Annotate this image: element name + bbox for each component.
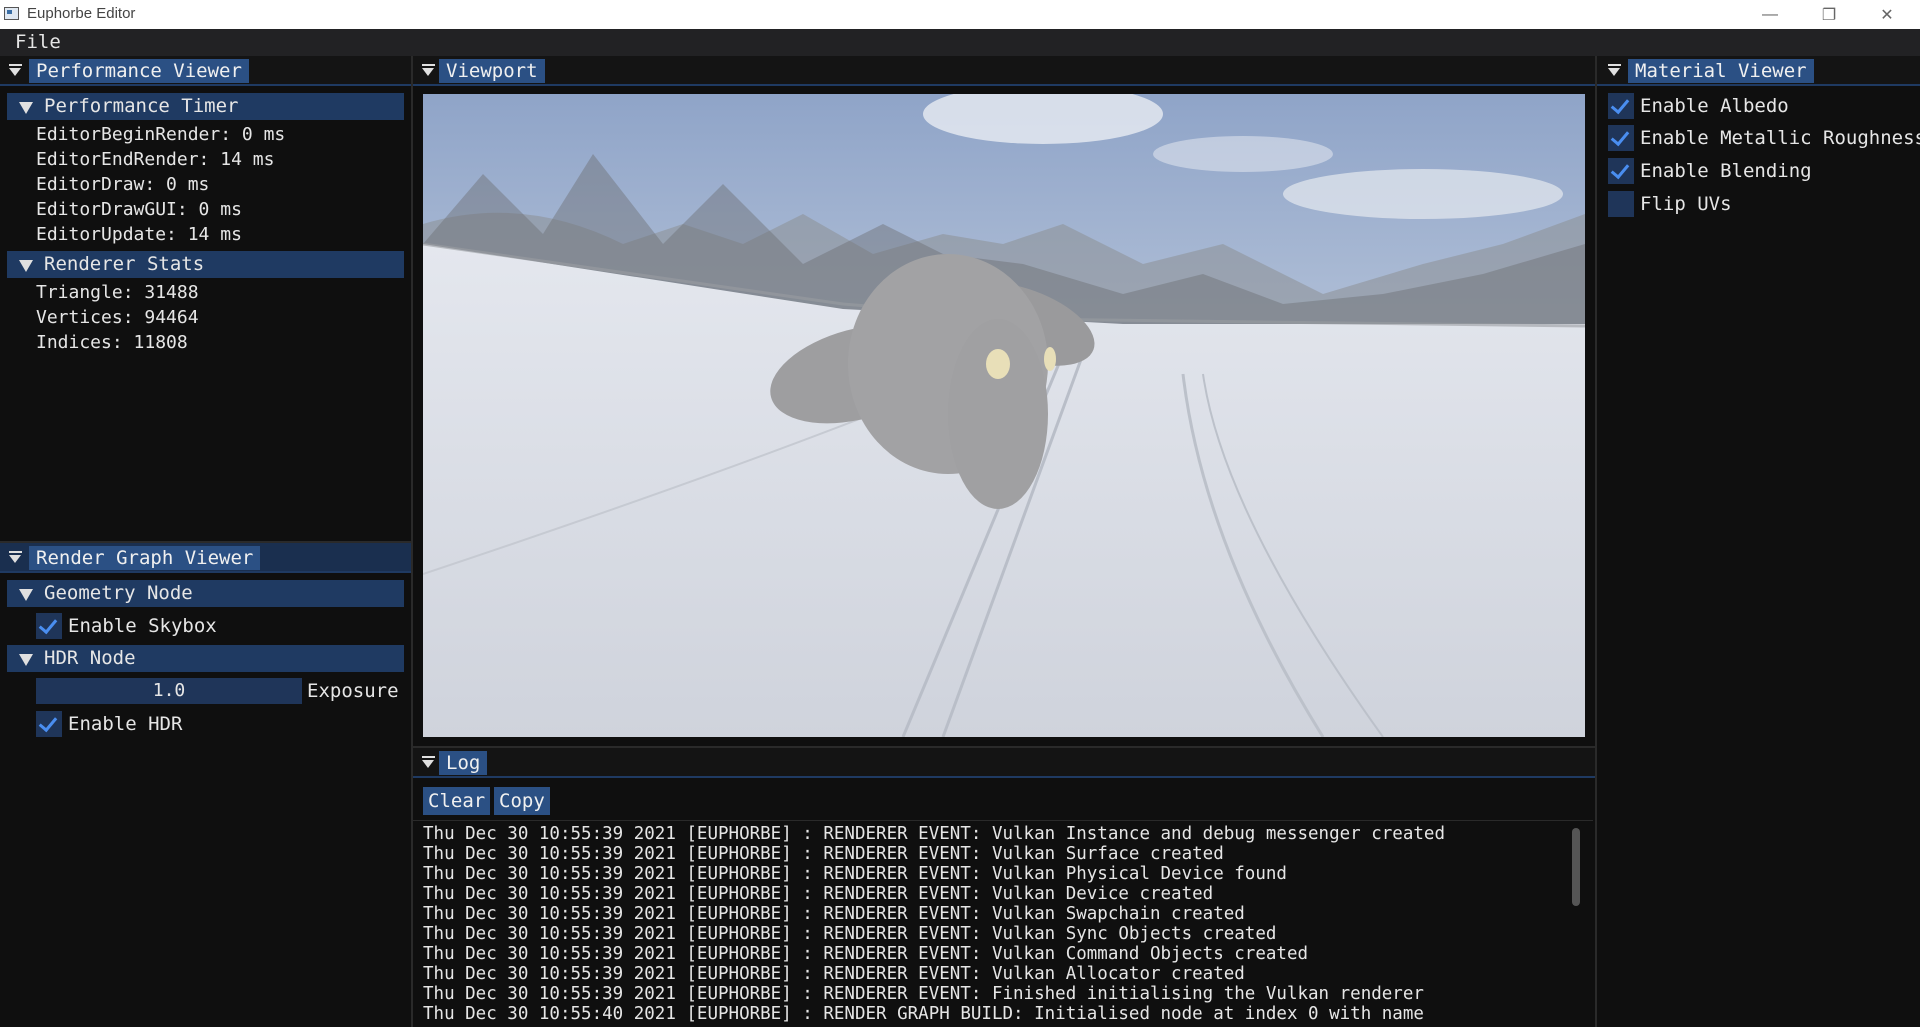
collapse-icon[interactable]	[422, 64, 436, 78]
exposure-label: Exposure	[307, 680, 399, 702]
panel-divider[interactable]	[0, 541, 411, 543]
panel-divider[interactable]	[413, 746, 1595, 748]
section-renderer-stats[interactable]: Renderer Stats	[7, 251, 404, 278]
stat-triangles: Triangle: 31488	[36, 282, 199, 303]
check-icon	[38, 712, 58, 733]
checkbox-label: Enable Albedo	[1640, 95, 1789, 117]
scrollbar-thumb[interactable]	[1572, 828, 1580, 906]
tab-material-viewer[interactable]: Material Viewer	[1628, 59, 1814, 83]
tab-render-graph-viewer[interactable]: Render Graph Viewer	[29, 546, 261, 570]
checkbox-label: Flip UVs	[1640, 193, 1732, 215]
material-viewer-header: Material Viewer	[1597, 56, 1920, 86]
check-icon	[1610, 159, 1630, 180]
checkbox[interactable]	[36, 711, 62, 737]
viewport-render[interactable]	[423, 94, 1585, 737]
restore-icon[interactable]: ❐	[1806, 0, 1852, 29]
window-title: Euphorbe Editor	[27, 5, 136, 22]
checkbox-label: Enable HDR	[68, 713, 183, 735]
expand-arrow-icon	[19, 589, 33, 601]
log-line: Thu Dec 30 10:55:40 2021 [EUPHORBE] : RE…	[423, 1004, 1424, 1024]
timer-editor-end-render: EditorEndRender: 14 ms	[36, 149, 275, 170]
log-line: Thu Dec 30 10:55:39 2021 [EUPHORBE] : RE…	[423, 984, 1424, 1004]
log-line: Thu Dec 30 10:55:39 2021 [EUPHORBE] : RE…	[423, 844, 1224, 864]
log-separator	[413, 820, 1593, 821]
collapse-icon[interactable]	[9, 64, 23, 78]
log-line: Thu Dec 30 10:55:39 2021 [EUPHORBE] : RE…	[423, 964, 1245, 984]
timer-editor-begin-render: EditorBeginRender: 0 ms	[36, 124, 286, 145]
copy-button[interactable]: Copy	[494, 787, 550, 815]
timer-editor-draw: EditorDraw: 0 ms	[36, 174, 210, 195]
menu-bar: File	[0, 29, 1920, 56]
check-icon	[38, 614, 58, 635]
viewport-header: Viewport	[413, 56, 1595, 86]
log-line: Thu Dec 30 10:55:39 2021 [EUPHORBE] : RE…	[423, 884, 1214, 904]
tab-viewport[interactable]: Viewport	[439, 59, 545, 83]
log-line: Thu Dec 30 10:55:39 2021 [EUPHORBE] : RE…	[423, 904, 1245, 924]
log-line: Thu Dec 30 10:55:39 2021 [EUPHORBE] : RE…	[423, 924, 1277, 944]
tab-performance-viewer[interactable]: Performance Viewer	[29, 59, 249, 83]
checkbox[interactable]	[36, 613, 62, 639]
checkbox[interactable]	[1608, 158, 1634, 184]
timer-editor-update: EditorUpdate: 14 ms	[36, 224, 242, 245]
log-scrollbar[interactable]	[1570, 828, 1582, 1027]
checkbox-label: Enable Metallic Roughness	[1640, 127, 1920, 149]
menu-file[interactable]: File	[15, 31, 61, 53]
clear-button[interactable]: Clear	[423, 787, 491, 815]
title-bar: Euphorbe Editor — ❐ ✕	[0, 0, 1920, 29]
expand-arrow-icon	[19, 102, 33, 114]
check-icon	[1610, 126, 1630, 147]
collapse-icon[interactable]	[1608, 64, 1622, 78]
section-performance-timer[interactable]: Performance Timer	[7, 93, 404, 120]
check-icon	[1610, 94, 1630, 115]
stat-vertices: Vertices: 94464	[36, 307, 199, 328]
expand-arrow-icon	[19, 654, 33, 666]
tab-log[interactable]: Log	[439, 751, 488, 775]
timer-editor-draw-gui: EditorDrawGUI: 0 ms	[36, 199, 242, 220]
log-output[interactable]: Thu Dec 30 10:55:39 2021 [EUPHORBE] : RE…	[423, 824, 1575, 1027]
app-icon	[4, 7, 19, 20]
section-hdr-node[interactable]: HDR Node	[7, 645, 404, 672]
log-line: Thu Dec 30 10:55:39 2021 [EUPHORBE] : RE…	[423, 864, 1287, 884]
checkbox[interactable]	[1608, 93, 1634, 119]
section-geometry-node[interactable]: Geometry Node	[7, 580, 404, 607]
checkbox-label: Enable Skybox	[68, 615, 217, 637]
expand-arrow-icon	[19, 260, 33, 272]
checkbox[interactable]	[1608, 125, 1634, 151]
log-header: Log	[413, 748, 1595, 778]
log-line: Thu Dec 30 10:55:39 2021 [EUPHORBE] : RE…	[423, 944, 1309, 964]
collapse-icon[interactable]	[9, 551, 23, 565]
close-icon[interactable]: ✕	[1864, 0, 1910, 29]
minimize-icon[interactable]: —	[1747, 0, 1793, 29]
checkbox[interactable]	[1608, 191, 1634, 217]
performance-viewer-header: Performance Viewer	[0, 56, 411, 86]
exposure-slider[interactable]: 1.0	[36, 678, 302, 704]
checkbox-label: Enable Blending	[1640, 160, 1812, 182]
log-line: Thu Dec 30 10:55:39 2021 [EUPHORBE] : RE…	[423, 824, 1445, 844]
scene-image	[423, 94, 1585, 737]
render-graph-viewer-header: Render Graph Viewer	[0, 543, 411, 573]
stat-indices: Indices: 11808	[36, 332, 188, 353]
collapse-icon[interactable]	[422, 756, 436, 770]
